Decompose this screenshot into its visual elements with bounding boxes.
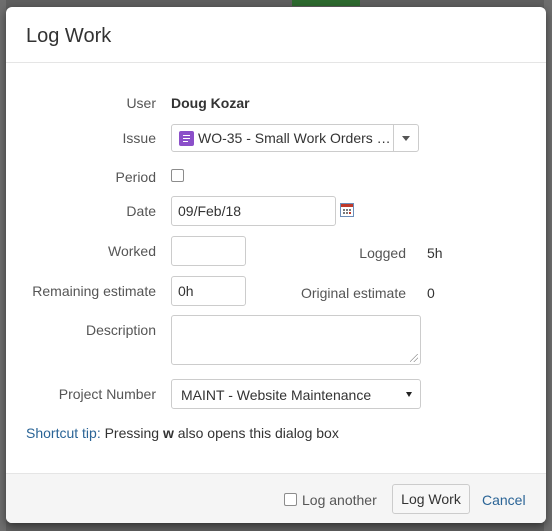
date-input[interactable]: 09/Feb/18 <box>171 196 336 226</box>
caret-down-icon <box>406 392 412 397</box>
log-work-dialog: Log Work User Doug Kozar Issue WO-35 - S… <box>6 7 546 523</box>
remaining-estimate-input[interactable]: 0h <box>171 276 246 306</box>
calendar-icon[interactable] <box>340 203 354 217</box>
period-checkbox[interactable] <box>171 169 184 182</box>
shortcut-tip-link[interactable]: Shortcut tip: <box>26 425 101 441</box>
logged-value: 5h <box>427 245 443 261</box>
issue-type-icon <box>179 131 194 146</box>
chevron-down-icon <box>402 136 410 141</box>
issue-dropdown-toggle[interactable] <box>393 125 418 151</box>
issue-select-value: WO-35 - Small Work Orders (Time Tracking… <box>198 130 394 146</box>
shortcut-tip: Shortcut tip: Pressing w also opens this… <box>26 425 339 441</box>
user-value: Doug Kozar <box>171 95 250 111</box>
dialog-header: Log Work <box>6 7 546 63</box>
issue-label: Issue <box>122 130 156 146</box>
worked-label: Worked <box>108 243 156 259</box>
log-another-label[interactable]: Log another <box>302 492 377 508</box>
log-another-checkbox[interactable] <box>284 493 297 506</box>
user-label: User <box>126 95 156 111</box>
original-estimate-label: Original estimate <box>300 285 406 301</box>
resize-handle-icon[interactable] <box>410 354 418 362</box>
worked-input[interactable] <box>171 236 246 266</box>
dialog-footer: Log another Log Work Cancel <box>6 473 546 523</box>
description-label: Description <box>85 322 156 338</box>
original-estimate-value: 0 <box>427 285 435 301</box>
period-label: Period <box>115 169 156 185</box>
dialog-title: Log Work <box>26 25 112 47</box>
description-textarea[interactable] <box>171 315 421 365</box>
cancel-link[interactable]: Cancel <box>482 492 526 508</box>
log-work-button[interactable]: Log Work <box>392 484 470 514</box>
date-label: Date <box>126 203 156 219</box>
remaining-estimate-label: Remaining estimate <box>32 283 156 299</box>
shortcut-tip-prefix: Pressing <box>104 425 160 441</box>
shortcut-tip-suffix: also opens this dialog box <box>177 425 339 441</box>
issue-select[interactable]: WO-35 - Small Work Orders (Time Tracking… <box>171 124 419 152</box>
project-number-select[interactable]: MAINT - Website Maintenance <box>171 379 421 409</box>
shortcut-key: w <box>162 425 174 441</box>
project-number-value: MAINT - Website Maintenance <box>181 387 372 403</box>
logged-label: Logged <box>359 245 406 261</box>
background-tab <box>292 0 360 6</box>
project-number-label: Project Number <box>58 386 156 402</box>
